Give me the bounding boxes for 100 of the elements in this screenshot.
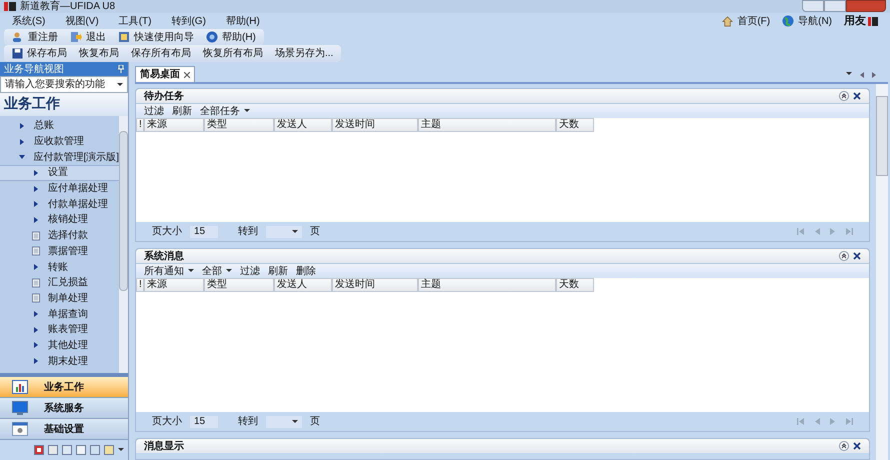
panel-title: 消息显示	[144, 440, 184, 454]
panel-title: 待办任务	[144, 90, 184, 104]
column-header[interactable]: 发送时间	[332, 118, 418, 132]
column-header[interactable]: 类型	[204, 118, 274, 132]
page-dropdown[interactable]	[266, 416, 302, 428]
toolbar-button[interactable]: 恢复所有布局	[203, 46, 263, 61]
scroll-left-icon[interactable]	[860, 72, 864, 78]
toolbar-button[interactable]: 恢复布局	[79, 46, 119, 61]
tree-item[interactable]: 账表管理	[0, 322, 119, 338]
tree-item[interactable]: 应收款管理	[0, 134, 119, 150]
page-size-label: 页大小	[152, 414, 182, 429]
tree-item[interactable]: 总账	[0, 118, 119, 134]
toolbar-button[interactable]: 全部	[202, 264, 232, 278]
toolbar-button[interactable]: 退出	[70, 30, 106, 44]
collapse-icon[interactable]	[839, 251, 849, 261]
close-icon[interactable]	[853, 92, 861, 100]
tree-item[interactable]: 应付单据处理	[0, 180, 119, 196]
page-label: 页	[310, 415, 320, 429]
toolbar-button[interactable]: 刷新	[172, 104, 192, 118]
tree-item[interactable]: 单据查询	[0, 306, 119, 322]
collapsed-arrow-icon[interactable]	[33, 186, 39, 192]
nav-button[interactable]: 业务工作	[0, 377, 128, 398]
toolbar-button[interactable]: 所有通知	[144, 264, 194, 278]
menu-item[interactable]: 转到(G)	[171, 14, 206, 28]
collapse-icon[interactable]	[839, 441, 849, 451]
toolbar-button[interactable]: 保存布局	[12, 46, 67, 61]
collapsed-arrow-icon[interactable]	[33, 342, 39, 348]
column-header[interactable]: 来源	[144, 118, 204, 132]
toolbar-button[interactable]: 重注册	[12, 30, 58, 44]
menu-item[interactable]: 工具(T)	[118, 14, 152, 28]
collapsed-arrow-icon[interactable]	[33, 170, 39, 176]
column-header[interactable]: 主题	[418, 278, 556, 292]
toolbar-button[interactable]: 刷新	[268, 264, 288, 278]
caret-icon	[244, 109, 250, 113]
collapsed-arrow-icon[interactable]	[33, 326, 39, 333]
menu-item[interactable]: 系统(S)	[12, 14, 46, 28]
close-icon[interactable]	[853, 442, 861, 450]
scrollbar[interactable]	[119, 116, 128, 373]
page-size-field[interactable]: 15	[190, 416, 218, 428]
close-icon[interactable]	[184, 72, 190, 78]
column-header[interactable]: !	[136, 278, 144, 292]
minimize-button[interactable]	[802, 0, 824, 12]
search-field[interactable]: 请输入您要搜索的功能	[0, 76, 128, 93]
toolbar-button[interactable]: 全部任务	[200, 104, 250, 118]
scrollbar[interactable]	[876, 84, 888, 460]
column-header[interactable]: 发送时间	[332, 278, 418, 292]
menu-item[interactable]: 帮助(H)	[226, 14, 260, 28]
pin-icon[interactable]	[118, 65, 124, 73]
column-header[interactable]: 发送人	[274, 118, 332, 132]
collapsed-arrow-icon[interactable]	[19, 138, 25, 145]
column-header[interactable]: 天数	[556, 278, 594, 292]
column-header[interactable]: 发送人	[274, 278, 332, 292]
tree-item[interactable]: 选择付款	[0, 228, 119, 244]
page-size-field[interactable]: 15	[190, 226, 218, 238]
collapsed-arrow-icon[interactable]	[33, 358, 39, 364]
close-icon[interactable]	[853, 252, 861, 260]
menu-item[interactable]: 视图(V)	[65, 14, 99, 28]
expanded-arrow-icon[interactable]	[18, 154, 25, 160]
collapsed-arrow-icon[interactable]	[33, 216, 39, 223]
column-header[interactable]: 主题	[418, 118, 556, 132]
column-header[interactable]: 类型	[204, 278, 274, 292]
tree-item[interactable]: 票据管理	[0, 244, 119, 260]
tree-item[interactable]: 转账	[0, 259, 119, 275]
tree-item[interactable]: 付款单据处理	[0, 196, 119, 212]
column-header[interactable]: !	[136, 118, 144, 132]
nav-button[interactable]: 基础设置	[0, 419, 128, 440]
toolbar-button[interactable]: 过滤	[144, 104, 164, 118]
toolbar-button[interactable]: 帮助(H)	[206, 30, 256, 44]
nav-button[interactable]: 系统服务	[0, 398, 128, 419]
monitor-icon	[12, 401, 28, 415]
column-header[interactable]: 天数	[556, 118, 594, 132]
caret-icon	[188, 269, 194, 273]
toolbar-button[interactable]: 保存所有布局	[131, 46, 191, 61]
tree-item[interactable]: 制单处理	[0, 290, 119, 306]
page-size-label: 页大小	[152, 224, 182, 239]
tree-item[interactable]: 核销处理	[0, 212, 119, 228]
header-link[interactable]: 首页(F)	[722, 14, 770, 28]
tree-item[interactable]: 汇兑损益	[0, 274, 119, 291]
collapsed-arrow-icon[interactable]	[33, 264, 39, 270]
tab[interactable]: 简易桌面	[135, 66, 195, 82]
collapse-icon[interactable]	[839, 91, 849, 101]
bar-chart-icon	[12, 380, 28, 394]
toolbar-button[interactable]: 场景另存为...	[275, 46, 334, 61]
restore-button[interactable]	[824, 0, 846, 12]
toolbar-button[interactable]: 过滤	[240, 264, 260, 278]
scroll-right-icon[interactable]	[872, 72, 876, 78]
collapsed-arrow-icon[interactable]	[33, 311, 39, 318]
stop-icon[interactable]	[34, 445, 44, 455]
column-header[interactable]: 来源	[144, 278, 204, 292]
toolbar-button[interactable]: 删除	[296, 264, 316, 278]
header-link[interactable]: 导航(N)	[782, 14, 832, 28]
tree-item[interactable]: 其他处理	[0, 338, 119, 354]
collapsed-arrow-icon[interactable]	[19, 122, 25, 129]
document-icon	[32, 246, 40, 256]
toolbar-button[interactable]: 快速使用向导	[118, 30, 194, 44]
tree-item[interactable]: 应付款管理[演示版]	[0, 149, 119, 166]
tree-item[interactable]: 期末处理	[0, 353, 119, 369]
page-dropdown[interactable]	[266, 226, 302, 238]
collapsed-arrow-icon[interactable]	[33, 201, 39, 208]
tree-item[interactable]: 设置	[0, 165, 119, 181]
